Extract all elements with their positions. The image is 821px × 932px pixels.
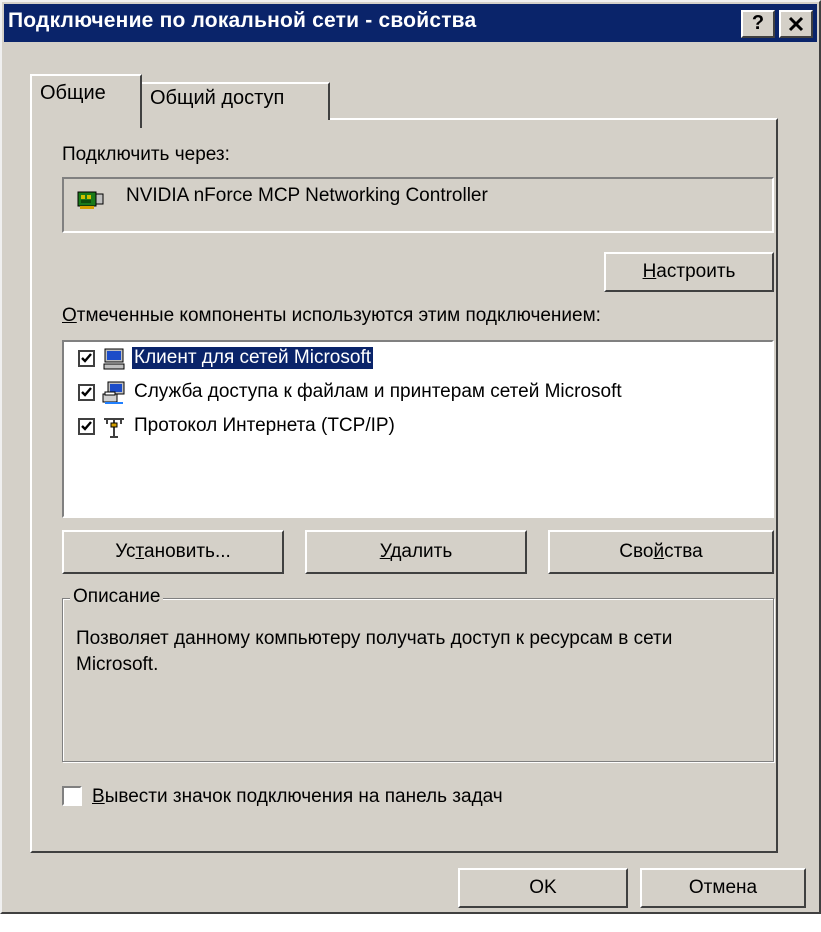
description-group (62, 598, 774, 762)
show-icon-label[interactable]: Вывести значок подключения на панель зад… (92, 786, 503, 808)
tab-general-label: Общие (40, 82, 106, 104)
show-icon-mnemonic: В (92, 786, 105, 807)
window-title: Подключение по локальной сети - свойства (8, 9, 477, 32)
show-icon-checkbox[interactable] (62, 786, 82, 806)
components-list[interactable]: Клиент для сетей Microsoft Служба доступ… (62, 340, 774, 518)
description-title: Описание (70, 586, 164, 608)
description-text: Позволяет данному компьютеру получать до… (76, 628, 673, 675)
install-label-post: ановить... (144, 541, 231, 562)
properties-mnemonic: й (653, 541, 665, 562)
configure-button[interactable]: Настроить (604, 252, 774, 292)
properties-label-post: ства (664, 541, 703, 562)
component-label: Клиент для сетей Microsoft (131, 346, 374, 370)
cancel-button[interactable]: Отмена (640, 868, 806, 908)
protocol-icon (104, 418, 124, 438)
component-checkbox[interactable] (78, 350, 95, 367)
configure-label: астроить (656, 261, 736, 282)
tab-sharing[interactable]: Общий доступ (142, 82, 330, 120)
install-label-pre: Ус (115, 541, 136, 562)
install-button[interactable]: Установить... (62, 530, 284, 574)
network-client-icon (103, 348, 125, 370)
component-label: Служба доступа к файлам и принтерам сете… (134, 381, 622, 402)
components-label-text: тмеченные компоненты используются этим п… (76, 305, 601, 326)
file-printer-sharing-icon (102, 381, 125, 404)
configure-mnemonic: Н (642, 261, 657, 282)
properties-label-pre: Сво (619, 541, 654, 562)
uninstall-label-post: далить (390, 541, 453, 562)
component-checkbox[interactable] (78, 418, 95, 435)
component-label: Протокол Интернета (TCP/IP) (134, 415, 395, 436)
adapter-name: NVIDIA nForce MCP Networking Controller (126, 185, 488, 206)
checkmark-icon (81, 353, 92, 363)
connect-via-label: Подключить через: (62, 144, 230, 165)
tab-general[interactable]: Общие (30, 74, 142, 128)
checkmark-icon (81, 421, 92, 431)
network-adapter-icon (77, 191, 104, 209)
help-button[interactable]: ? (741, 10, 775, 38)
checkmark-icon (81, 387, 92, 397)
tab-sharing-label: Общий доступ (150, 87, 285, 109)
ok-button[interactable]: OK (458, 868, 628, 908)
title-bar[interactable]: Подключение по локальной сети - свойства… (4, 4, 817, 42)
adapter-field: NVIDIA nForce MCP Networking Controller (62, 177, 774, 233)
close-icon (788, 16, 804, 32)
install-mnemonic: т (135, 541, 145, 562)
components-mnemonic: О (62, 305, 77, 326)
close-button[interactable] (779, 10, 813, 38)
uninstall-button[interactable]: Удалить (305, 530, 527, 574)
show-icon-label-text: ывести значок подключения на панель зада… (104, 786, 503, 807)
component-checkbox[interactable] (78, 384, 95, 401)
properties-button[interactable]: Свойства (548, 530, 774, 574)
uninstall-mnemonic: У (379, 541, 391, 562)
components-label: Отмеченные компоненты используются этим … (62, 305, 601, 327)
